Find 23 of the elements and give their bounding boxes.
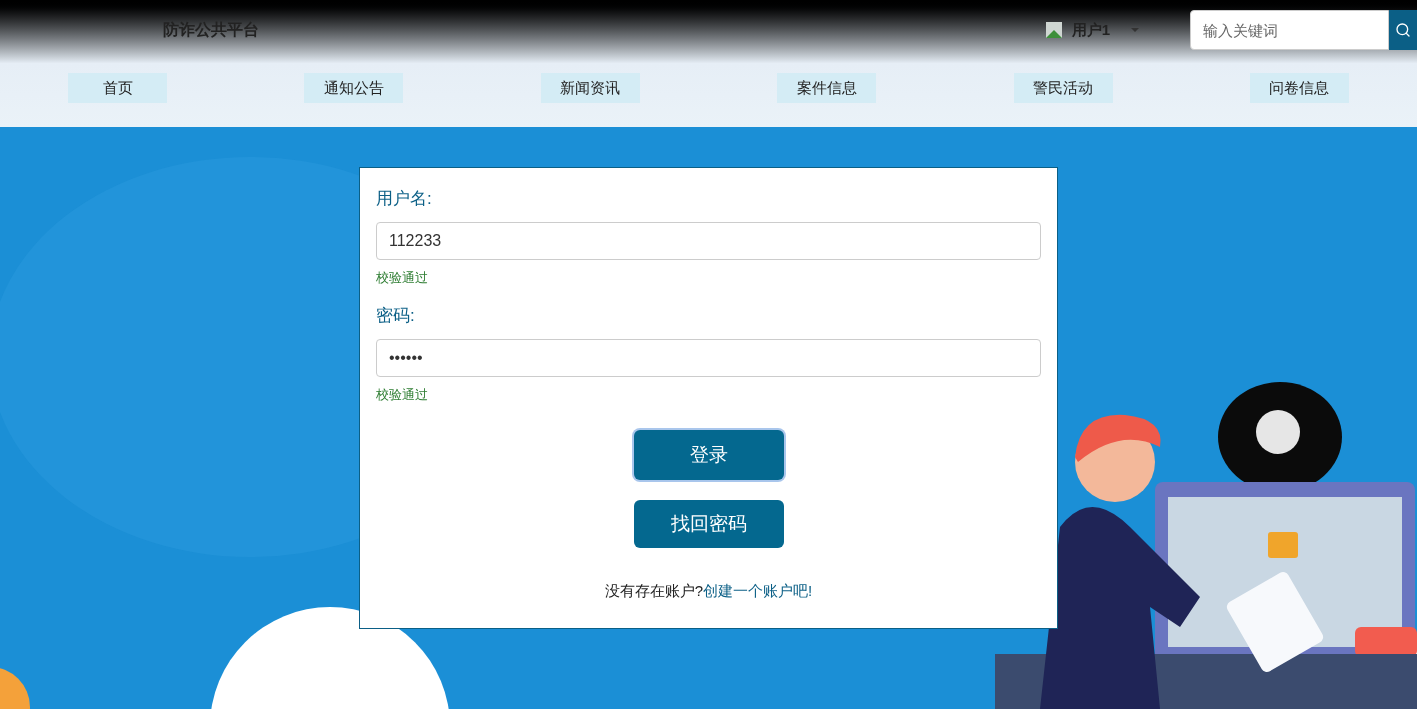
search-icon [1395, 22, 1411, 38]
caret-icon [1130, 27, 1140, 33]
action-button[interactable]: 登录 [633, 430, 784, 480]
validation-message: 校验通过 [376, 268, 429, 287]
search-field[interactable]: 输入关键词 [1190, 10, 1389, 50]
signup-link[interactable]: 创建一个账户吧! [703, 580, 813, 603]
field-label: 密码: [376, 305, 416, 327]
site-title: 防诈公共平台 [163, 20, 259, 40]
nav-link[interactable]: 警民活动 [1013, 73, 1113, 103]
user-name: 用户1 [1071, 19, 1110, 40]
field-label: 用户名: [376, 188, 433, 210]
nav-link[interactable]: 问卷信息 [1249, 73, 1349, 103]
nav-link[interactable]: 案件信息 [777, 73, 877, 103]
search-button[interactable] [1389, 10, 1417, 50]
broken-image-icon [1043, 20, 1064, 40]
signup-prompt: 没有存在账户? [604, 581, 704, 601]
nav-link[interactable]: 首页 [68, 73, 167, 103]
input-field[interactable]: •••••• [376, 338, 1041, 377]
input-field[interactable]: 112233 [376, 221, 1041, 260]
action-button[interactable]: 找回密码 [633, 500, 784, 548]
nav-link[interactable]: 通知公告 [304, 73, 404, 103]
nav-link[interactable]: 新闻资讯 [540, 73, 640, 103]
validation-message: 校验通过 [376, 385, 429, 404]
